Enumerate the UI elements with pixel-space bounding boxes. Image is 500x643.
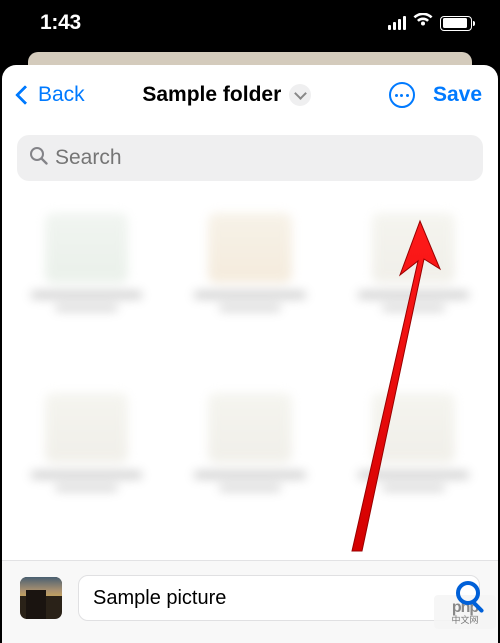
chevron-left-icon: [15, 85, 35, 105]
navigation-bar: Back Sample folder Save: [2, 65, 498, 125]
status-indicators: [388, 13, 473, 33]
save-footer: Sample picture: [2, 560, 498, 643]
chevron-down-icon: [289, 84, 311, 106]
file-item[interactable]: [344, 201, 483, 361]
folder-title-dropdown[interactable]: Sample folder: [65, 83, 389, 107]
filename-text: Sample picture: [93, 587, 226, 610]
file-item[interactable]: [180, 381, 319, 541]
wifi-icon: [413, 12, 433, 33]
options-button[interactable]: [389, 82, 415, 108]
ellipsis-icon: [395, 94, 409, 97]
status-time: 1:43: [40, 11, 81, 35]
search-input[interactable]: [55, 146, 471, 170]
battery-icon: [440, 16, 472, 31]
file-item[interactable]: [180, 201, 319, 361]
magnifier-overlay-icon: [456, 581, 480, 605]
search-bar[interactable]: [17, 135, 483, 181]
file-item[interactable]: [17, 381, 156, 541]
folder-title: Sample folder: [142, 83, 281, 107]
filename-field[interactable]: Sample picture: [78, 575, 480, 621]
file-picker-sheet: Back Sample folder Save: [2, 65, 498, 643]
save-button[interactable]: Save: [433, 83, 482, 107]
file-item[interactable]: [17, 201, 156, 361]
search-icon: [29, 146, 48, 171]
file-grid[interactable]: [2, 181, 498, 560]
status-bar: 1:43: [0, 0, 500, 50]
file-item[interactable]: [344, 381, 483, 541]
file-thumbnail[interactable]: [20, 577, 62, 619]
cellular-icon: [388, 16, 407, 30]
